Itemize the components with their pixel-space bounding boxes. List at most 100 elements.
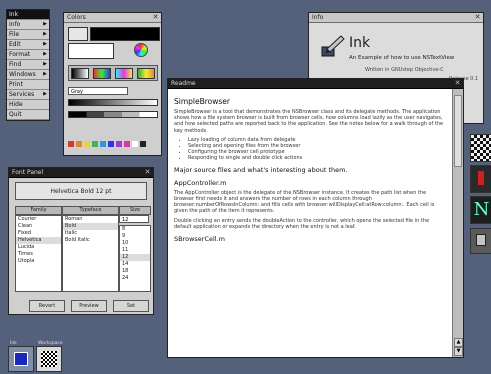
app-menu: Ink Info ▶ File ▶ Edit ▶ Format ▶ Find ▶ Wind… bbox=[6, 9, 50, 121]
font-preview: Helvetica Bold 12 pt bbox=[15, 182, 147, 200]
menu-item-label: Info bbox=[9, 21, 21, 28]
workspace-dock-label: Workspace bbox=[38, 341, 63, 346]
list-item[interactable]: Italic bbox=[63, 230, 118, 237]
close-icon[interactable]: ✕ bbox=[474, 14, 481, 21]
color-wheel-icon[interactable] bbox=[134, 43, 148, 57]
submenu-arrow-icon: ▶ bbox=[43, 31, 47, 37]
list-item[interactable]: 10 bbox=[120, 240, 150, 247]
typeface-column-header: Typeface bbox=[62, 206, 119, 215]
info-panel-titlebar[interactable]: Info ✕ bbox=[309, 13, 483, 23]
typeface-list[interactable]: Roman Bold Italic Bold Italic bbox=[62, 215, 119, 292]
color-swatch[interactable] bbox=[92, 141, 98, 147]
font-browser: Family Typeface Size Courier Clean Fixed… bbox=[15, 206, 151, 292]
workspace-dock-tile[interactable] bbox=[36, 346, 62, 372]
menu-item-windows[interactable]: Windows ▶ bbox=[7, 70, 49, 80]
magnifier-color-well[interactable] bbox=[90, 27, 160, 41]
list-item[interactable]: Clean bbox=[16, 223, 61, 230]
menu-item-hide[interactable]: Hide bbox=[7, 100, 49, 110]
list-item[interactable]: Helvetica bbox=[16, 237, 61, 244]
list-item[interactable]: 9 bbox=[120, 233, 150, 240]
n-app-icon[interactable]: N bbox=[470, 196, 491, 224]
close-icon[interactable]: ✕ bbox=[144, 169, 151, 176]
revert-button[interactable]: Revert bbox=[29, 300, 65, 312]
menu-item-label: Print bbox=[9, 81, 23, 88]
readme-paragraph: Double clicking an entry sends the doubl… bbox=[174, 217, 430, 230]
menu-item-quit[interactable]: Quit bbox=[7, 110, 49, 120]
menu-item-file[interactable]: File ▶ bbox=[7, 30, 49, 40]
menu-item-label: Windows bbox=[9, 71, 36, 78]
section-heading: AppController.m bbox=[174, 178, 227, 187]
grayscale-mode-icon[interactable] bbox=[71, 68, 89, 79]
gray-steps[interactable] bbox=[68, 111, 158, 118]
list-item[interactable]: 11 bbox=[120, 247, 150, 254]
menu-item-label: Format bbox=[9, 51, 31, 58]
menu-item-edit[interactable]: Edit ▶ bbox=[7, 40, 49, 50]
preview-button[interactable]: Preview bbox=[71, 300, 107, 312]
current-color-well[interactable] bbox=[68, 27, 88, 41]
font-panel-title: Font Panel bbox=[12, 169, 44, 176]
palette-mode-icon[interactable] bbox=[137, 68, 155, 79]
list-item[interactable]: Times bbox=[16, 251, 61, 258]
menu-item-label: Services bbox=[9, 91, 35, 98]
set-button[interactable]: Set bbox=[113, 300, 149, 312]
list-item[interactable]: Utopia bbox=[16, 258, 61, 265]
color-swatch[interactable] bbox=[84, 141, 90, 147]
gray-mode-field[interactable]: Gray bbox=[68, 87, 128, 95]
color-swatch[interactable] bbox=[116, 141, 122, 147]
color-preview-well[interactable] bbox=[68, 43, 114, 59]
menu-title: Ink bbox=[7, 10, 49, 20]
menu-item-print[interactable]: Print bbox=[7, 80, 49, 90]
color-swatch[interactable] bbox=[108, 141, 114, 147]
list-item[interactable]: Fixed bbox=[16, 230, 61, 237]
red-device-icon[interactable] bbox=[470, 165, 491, 193]
close-icon[interactable]: ✕ bbox=[152, 14, 159, 21]
size-list[interactable]: 8 9 10 11 12 14 18 24 bbox=[119, 225, 151, 292]
submenu-arrow-icon: ▶ bbox=[43, 91, 47, 97]
list-item[interactable]: 12 bbox=[120, 254, 150, 261]
menu-item-label: File bbox=[9, 31, 20, 38]
list-item[interactable]: 24 bbox=[120, 275, 150, 282]
color-swatch[interactable] bbox=[100, 141, 106, 147]
family-column-header: Family bbox=[15, 206, 62, 215]
colors-panel-titlebar[interactable]: Colors ✕ bbox=[64, 13, 161, 23]
font-panel-titlebar[interactable]: Font Panel ✕ bbox=[9, 168, 153, 178]
ink-dock-tile[interactable] bbox=[8, 346, 34, 372]
list-item[interactable]: 14 bbox=[120, 261, 150, 268]
scroll-up-icon[interactable]: ▲ bbox=[454, 338, 463, 347]
list-item[interactable]: Roman bbox=[63, 216, 118, 223]
menu-item-services[interactable]: Services ▶ bbox=[7, 90, 49, 100]
family-list[interactable]: Courier Clean Fixed Helvetica Lucida Tim… bbox=[15, 215, 62, 292]
color-swatch[interactable] bbox=[76, 141, 82, 147]
font-preview-text: Helvetica Bold 12 pt bbox=[50, 188, 112, 195]
scroll-down-icon[interactable]: ▼ bbox=[454, 347, 463, 356]
cmyk-mode-icon[interactable] bbox=[115, 68, 133, 79]
section-heading: Major source files and what's interestin… bbox=[174, 165, 348, 174]
list-item[interactable]: Bold bbox=[63, 223, 118, 230]
gray-slider[interactable] bbox=[68, 99, 158, 106]
vertical-scrollbar[interactable]: ▲ ▼ bbox=[452, 89, 463, 357]
list-item[interactable]: Courier bbox=[16, 216, 61, 223]
color-swatch[interactable] bbox=[132, 141, 138, 147]
submenu-arrow-icon: ▶ bbox=[43, 21, 47, 27]
readme-window-titlebar[interactable]: Readme ✕ bbox=[168, 79, 463, 89]
rgb-mode-icon[interactable] bbox=[93, 68, 111, 79]
list-item[interactable]: Lucida bbox=[16, 244, 61, 251]
submenu-arrow-icon: ▶ bbox=[43, 41, 47, 47]
section-heading: SBrowserCell.m bbox=[174, 235, 226, 244]
readme-text-view[interactable]: SimpleBrowser SimpleBrowser is a tool th… bbox=[168, 89, 453, 357]
menu-item-format[interactable]: Format ▶ bbox=[7, 50, 49, 60]
menu-item-info[interactable]: Info ▶ bbox=[7, 20, 49, 30]
cube-app-icon[interactable] bbox=[470, 228, 491, 254]
checker-app-icon[interactable] bbox=[470, 134, 491, 162]
color-swatch[interactable] bbox=[140, 141, 146, 147]
size-field[interactable]: 12 bbox=[119, 215, 149, 223]
list-item[interactable]: 8 bbox=[120, 226, 150, 233]
color-swatch[interactable] bbox=[68, 141, 74, 147]
scroll-knob[interactable] bbox=[454, 95, 462, 167]
submenu-arrow-icon: ▶ bbox=[43, 71, 47, 77]
close-icon[interactable]: ✕ bbox=[454, 80, 461, 87]
menu-item-find[interactable]: Find ▶ bbox=[7, 60, 49, 70]
list-item[interactable]: Bold Italic bbox=[63, 237, 118, 244]
color-swatch[interactable] bbox=[124, 141, 130, 147]
list-item[interactable]: 18 bbox=[120, 268, 150, 275]
